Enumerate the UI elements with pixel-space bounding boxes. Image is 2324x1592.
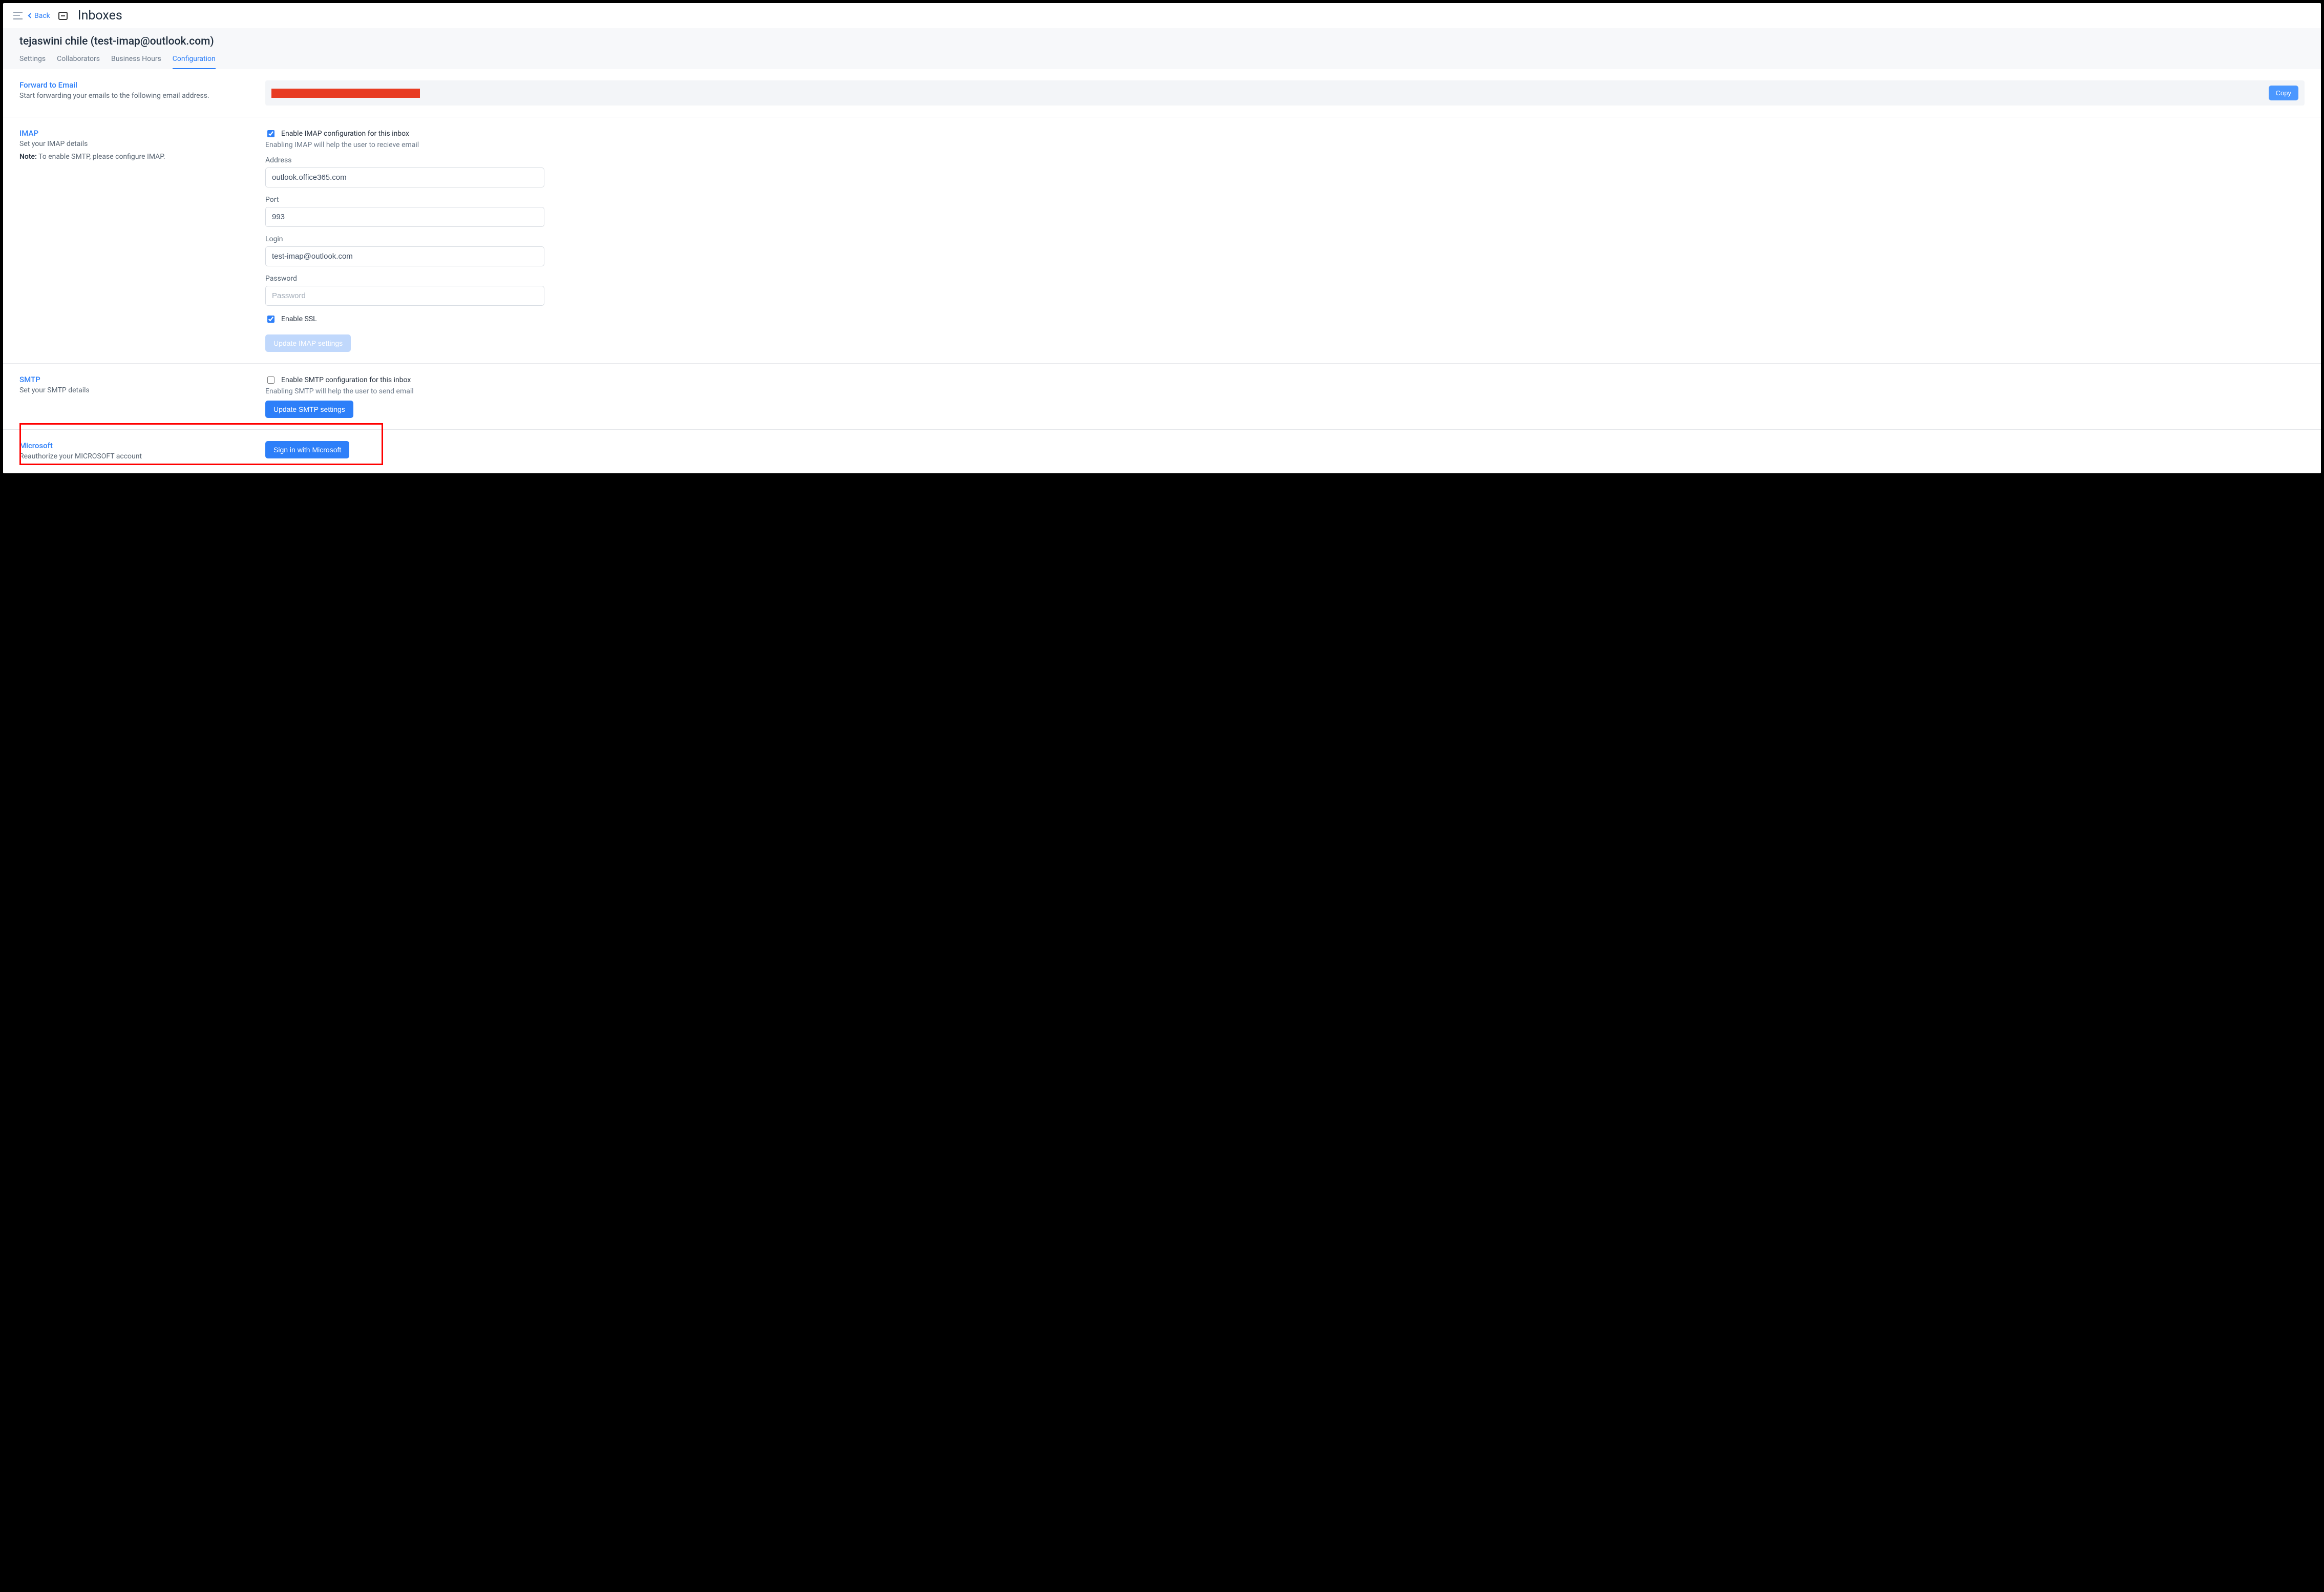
imap-login-input[interactable]: [265, 246, 544, 266]
back-link[interactable]: Back: [29, 12, 50, 20]
imap-login-label: Login: [265, 235, 2305, 243]
tabs: Settings Collaborators Business Hours Co…: [19, 55, 2305, 69]
update-imap-button[interactable]: Update IMAP settings: [265, 334, 351, 352]
imap-enable-hint: Enabling IMAP will help the user to reci…: [265, 141, 2305, 149]
tab-business-hours[interactable]: Business Hours: [111, 55, 161, 69]
smtp-enable-hint: Enabling SMTP will help the user to send…: [265, 387, 2305, 395]
microsoft-title: Microsoft: [19, 441, 255, 450]
imap-note: Note: To enable SMTP, please configure I…: [19, 153, 255, 161]
smtp-title: SMTP: [19, 375, 255, 384]
imap-enable-label: Enable IMAP configuration for this inbox: [281, 130, 409, 138]
smtp-enable-checkbox[interactable]: [267, 376, 274, 384]
imap-password-label: Password: [265, 275, 2305, 283]
imap-password-input[interactable]: [265, 286, 544, 306]
tab-configuration[interactable]: Configuration: [173, 55, 216, 69]
imap-ssl-checkbox[interactable]: [267, 316, 274, 323]
copy-button[interactable]: Copy: [2269, 86, 2298, 100]
update-smtp-button[interactable]: Update SMTP settings: [265, 401, 353, 418]
imap-title: IMAP: [19, 129, 255, 138]
imap-port-label: Port: [265, 196, 2305, 204]
forward-title: Forward to Email: [19, 80, 255, 90]
imap-desc: Set your IMAP details: [19, 139, 255, 150]
inbox-icon: [58, 12, 68, 20]
tab-collaborators[interactable]: Collaborators: [57, 55, 100, 69]
imap-address-label: Address: [265, 156, 2305, 164]
tab-settings[interactable]: Settings: [19, 55, 46, 69]
imap-port-input[interactable]: [265, 207, 544, 227]
forward-desc: Start forwarding your emails to the foll…: [19, 91, 255, 101]
back-label: Back: [34, 12, 50, 20]
microsoft-desc: Reauthorize your MICROSOFT account: [19, 451, 255, 462]
smtp-desc: Set your SMTP details: [19, 385, 255, 396]
page-title: Inboxes: [78, 8, 122, 23]
forward-address-box: Copy: [265, 80, 2305, 106]
forward-address-redacted: [271, 89, 420, 98]
imap-ssl-label: Enable SSL: [281, 315, 317, 323]
chevron-left-icon: [28, 13, 33, 18]
smtp-enable-label: Enable SMTP configuration for this inbox: [281, 376, 411, 384]
menu-icon[interactable]: [13, 12, 23, 19]
signin-microsoft-button[interactable]: Sign in with Microsoft: [265, 441, 349, 458]
imap-address-input[interactable]: [265, 167, 544, 187]
imap-enable-checkbox[interactable]: [267, 130, 274, 137]
inbox-name: tejaswini chile (test-imap@outlook.com): [19, 35, 2305, 48]
